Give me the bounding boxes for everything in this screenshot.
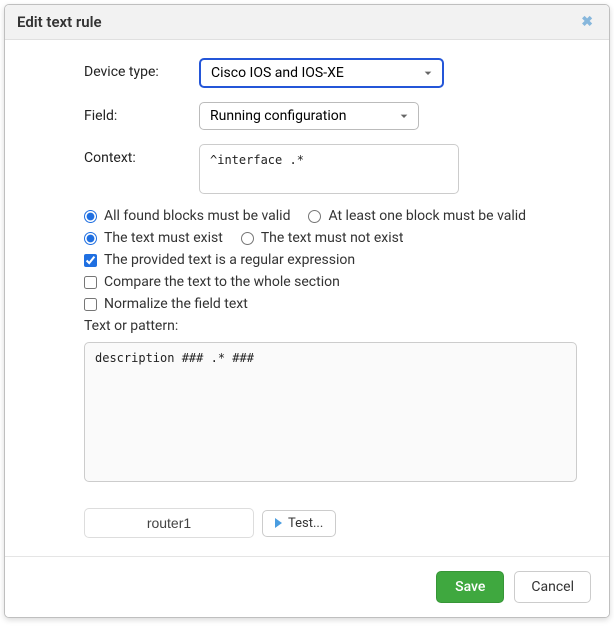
field-select[interactable]: Running configuration: [199, 102, 419, 130]
pattern-input[interactable]: description ### .* ###: [84, 342, 577, 482]
test-device-input[interactable]: [84, 508, 254, 538]
label-must-exist: The text must exist: [104, 230, 223, 246]
label-is-regex: The provided text is a regular expressio…: [104, 252, 355, 268]
dialog-body: Device type: Cisco IOS and IOS-XE Field:…: [5, 40, 609, 556]
field-label: Field:: [84, 102, 199, 124]
context-label: Context:: [84, 144, 199, 166]
checkbox-is-regex[interactable]: [84, 254, 97, 267]
dialog-footer: Save Cancel: [5, 556, 609, 617]
edit-text-rule-dialog: Edit text rule ✖ Device type: Cisco IOS …: [4, 4, 610, 618]
label-at-least-one-valid: At least one block must be valid: [328, 208, 526, 224]
radio-all-blocks-valid[interactable]: [84, 210, 97, 223]
device-type-select[interactable]: Cisco IOS and IOS-XE: [199, 58, 444, 88]
radio-at-least-one-valid[interactable]: [308, 210, 321, 223]
label-must-not-exist: The text must not exist: [261, 230, 404, 246]
radio-must-exist[interactable]: [84, 232, 97, 245]
cancel-button[interactable]: Cancel: [514, 571, 591, 603]
save-button[interactable]: Save: [436, 571, 504, 603]
options-block: All found blocks must be valid At least …: [37, 208, 577, 312]
close-icon[interactable]: ✖: [577, 14, 597, 30]
test-button[interactable]: Test...: [262, 510, 336, 537]
label-normalize: Normalize the field text: [104, 296, 248, 312]
dialog-title: Edit text rule: [17, 13, 102, 31]
device-type-label: Device type:: [84, 58, 199, 80]
checkbox-normalize[interactable]: [84, 298, 97, 311]
label-all-blocks-valid: All found blocks must be valid: [104, 208, 290, 224]
test-button-label: Test...: [288, 516, 323, 531]
label-compare-whole: Compare the text to the whole section: [104, 274, 340, 290]
radio-must-not-exist[interactable]: [241, 232, 254, 245]
text-or-pattern-label: Text or pattern:: [37, 318, 577, 334]
context-input[interactable]: ^interface .*: [199, 144, 459, 194]
dialog-header: Edit text rule ✖: [5, 5, 609, 40]
checkbox-compare-whole[interactable]: [84, 276, 97, 289]
play-icon: [275, 518, 282, 528]
